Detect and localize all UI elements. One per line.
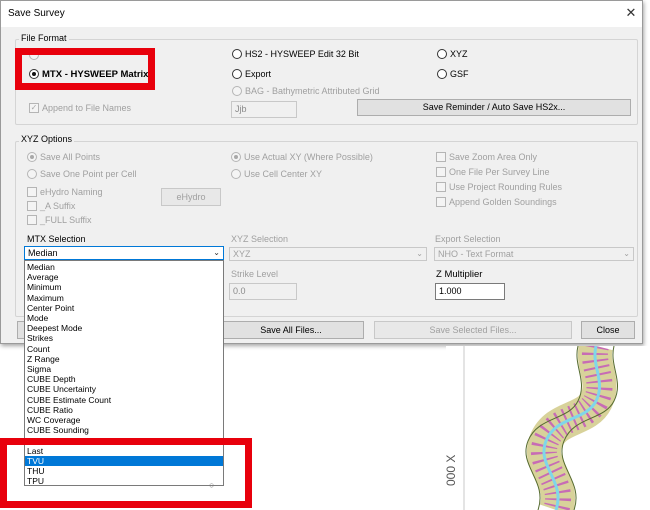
dropdown-item[interactable]: CUBE Estimate Count xyxy=(25,395,223,405)
export-radio[interactable] xyxy=(232,69,242,79)
dropdown-item[interactable]: CUBE Uncertainty xyxy=(25,384,223,394)
map-axis-label: 000 X xyxy=(446,455,458,486)
xyz-radio-label[interactable]: XYZ xyxy=(450,49,468,59)
append-value-field[interactable]: Jjb xyxy=(231,101,297,118)
dropdown-item[interactable]: Mode xyxy=(25,313,223,323)
one-file-per-line-checkbox[interactable] xyxy=(436,167,446,177)
dropdown-item[interactable]: Average xyxy=(25,272,223,282)
use-cell-center-label: Use Cell Center XY xyxy=(244,169,323,179)
dropdown-item[interactable]: Minimum xyxy=(25,282,223,292)
use-project-rounding-label: Use Project Rounding Rules xyxy=(449,182,563,192)
xyz-selection-value: XYZ xyxy=(233,249,251,259)
tvu-thu-tpu-highlight-box xyxy=(0,438,252,508)
mtx-selection-label: MTX Selection xyxy=(27,234,86,244)
a-suffix-checkbox[interactable] xyxy=(27,201,37,211)
dropdown-item[interactable]: Median xyxy=(25,262,223,272)
save-zoom-area-checkbox[interactable] xyxy=(436,152,446,162)
dropdown-item[interactable]: Count xyxy=(25,344,223,354)
xyz-selection-combo[interactable]: XYZ ⌄ xyxy=(229,247,427,261)
bag-radio[interactable] xyxy=(232,86,242,96)
export-selection-value: NHO - Text Format xyxy=(438,249,514,259)
dropdown-item[interactable]: WC Coverage xyxy=(25,415,223,425)
mtx-selection-value: Median xyxy=(28,248,58,258)
use-cell-center-radio[interactable] xyxy=(231,169,241,179)
dropdown-item[interactable]: Z Range xyxy=(25,354,223,364)
save-reminder-button[interactable]: Save Reminder / Auto Save HS2x... xyxy=(357,99,631,116)
hs2-radio[interactable] xyxy=(232,49,242,59)
dropdown-item[interactable]: Deepest Mode xyxy=(25,323,223,333)
strike-level-label: Strike Level xyxy=(231,269,279,279)
xyz-options-label: XYZ Options xyxy=(19,134,75,144)
append-golden-label: Append Golden Soundings xyxy=(449,197,557,207)
append-checkbox[interactable]: ✓ xyxy=(29,103,39,113)
dropdown-item[interactable]: CUBE Sounding xyxy=(25,425,223,435)
one-file-per-line-label: One File Per Survey Line xyxy=(449,167,550,177)
dropdown-item[interactable]: Strikes xyxy=(25,333,223,343)
dropdown-item[interactable]: Center Point xyxy=(25,303,223,313)
append-golden-checkbox[interactable] xyxy=(436,197,446,207)
save-all-points-radio[interactable] xyxy=(27,152,37,162)
ehydro-button[interactable]: eHydro xyxy=(161,188,221,206)
full-suffix-label: _FULL Suffix xyxy=(40,215,92,225)
bag-radio-label[interactable]: BAG - Bathymetric Attributed Grid xyxy=(245,86,380,96)
chevron-down-icon: ⌄ xyxy=(623,249,630,258)
export-radio-label[interactable]: Export xyxy=(245,69,271,79)
save-one-point-radio[interactable] xyxy=(27,169,37,179)
z-multiplier-label: Z Multiplier xyxy=(436,269,483,280)
xyz-selection-label: XYZ Selection xyxy=(231,234,289,244)
close-icon[interactable]: ✕ xyxy=(621,4,641,22)
mtx-selection-combo[interactable]: Median ⌄ xyxy=(24,246,224,260)
hs2-radio-label[interactable]: HS2 - HYSWEEP Edit 32 Bit xyxy=(245,49,359,59)
a-suffix-label: _A Suffix xyxy=(40,201,76,211)
ehydro-naming-checkbox[interactable] xyxy=(27,187,37,197)
save-one-point-label: Save One Point per Cell xyxy=(40,169,137,179)
use-actual-xy-radio[interactable] xyxy=(231,152,241,162)
dialog-title: Save Survey xyxy=(8,8,65,19)
use-project-rounding-checkbox[interactable] xyxy=(436,182,446,192)
close-button[interactable]: Close xyxy=(581,321,635,339)
file-format-label: File Format xyxy=(19,33,69,43)
gsf-radio[interactable] xyxy=(437,69,447,79)
full-suffix-checkbox[interactable] xyxy=(27,215,37,225)
chevron-down-icon: ⌄ xyxy=(213,248,220,257)
dropdown-item[interactable]: CUBE Depth xyxy=(25,374,223,384)
export-selection-combo[interactable]: NHO - Text Format ⌄ xyxy=(434,247,634,261)
use-actual-xy-label: Use Actual XY (Where Possible) xyxy=(244,152,373,162)
mtx-highlight-box xyxy=(15,48,155,90)
xyz-radio[interactable] xyxy=(437,49,447,59)
title-bar: Save Survey ✕ xyxy=(1,1,642,27)
dropdown-item[interactable]: Sigma xyxy=(25,364,223,374)
save-selected-files-button[interactable]: Save Selected Files... xyxy=(374,321,572,339)
save-zoom-area-label: Save Zoom Area Only xyxy=(449,152,538,162)
save-all-files-button[interactable]: Save All Files... xyxy=(218,321,364,339)
survey-map-fragment: 000 X xyxy=(446,346,650,510)
gsf-radio-label[interactable]: GSF xyxy=(450,69,469,79)
ehydro-naming-label: eHydro Naming xyxy=(40,187,103,197)
export-selection-label: Export Selection xyxy=(435,234,501,244)
save-all-points-label: Save All Points xyxy=(40,152,101,162)
strike-level-field[interactable]: 0.0 xyxy=(229,283,297,300)
chevron-down-icon: ⌄ xyxy=(416,249,423,258)
append-label: Append to File Names xyxy=(42,103,132,113)
dropdown-item[interactable]: Maximum xyxy=(25,293,223,303)
dropdown-item[interactable]: CUBE Ratio xyxy=(25,405,223,415)
survey-track-graphic xyxy=(463,346,618,510)
z-multiplier-field[interactable]: 1.000 xyxy=(435,283,505,300)
